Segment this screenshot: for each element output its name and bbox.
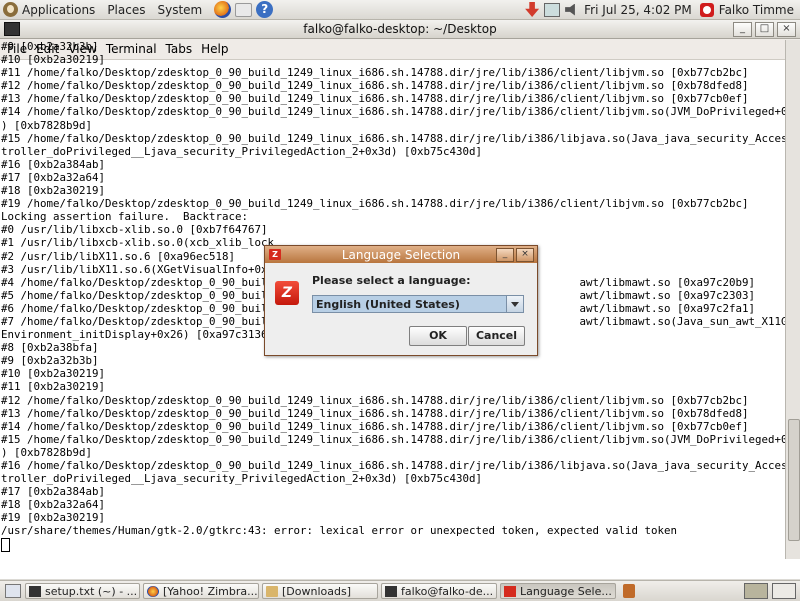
update-notifier-icon[interactable] xyxy=(525,2,540,17)
terminal-line: #0 /usr/lib/libxcb-xlib.so.0 [0xb7f64767… xyxy=(1,223,268,237)
terminal-scrollbar[interactable] xyxy=(785,40,800,559)
gnome-foot-icon xyxy=(3,2,18,17)
terminal-prompt-line xyxy=(1,537,787,552)
terminal-line: #18 [0xb2a32a64] xyxy=(1,498,106,512)
terminal-line: #16 [0xb2a384ab] xyxy=(1,157,106,171)
chevron-down-icon[interactable] xyxy=(506,296,523,312)
task-label: setup.txt (~) - ... xyxy=(45,584,138,598)
terminal-line: ) [0xb7828b9d] xyxy=(1,445,93,459)
task-terminal[interactable]: falko@falko-de... xyxy=(381,583,497,599)
firefox-launcher-icon[interactable] xyxy=(214,1,232,18)
trash-icon[interactable] xyxy=(623,584,635,598)
task-setup-txt[interactable]: setup.txt (~) - ... xyxy=(25,583,140,599)
task-label: [Yahoo! Zimbra... xyxy=(163,584,258,598)
terminal-icon xyxy=(4,22,20,36)
applications-menu[interactable]: Applications xyxy=(3,2,107,17)
zimbra-logo-icon: Z xyxy=(275,281,299,305)
terminal-line: #14 /home/falko/Desktop/zdesktop_0_90_bu… xyxy=(1,105,787,119)
terminal-line: #9 [0xb2a32b3b] xyxy=(1,354,99,368)
volume-icon[interactable] xyxy=(565,3,575,16)
places-menu[interactable]: Places xyxy=(107,3,145,17)
user-name[interactable]: Falko Timme xyxy=(719,3,794,17)
terminal-line: #14 /home/falko/Desktop/zdesktop_0_90_bu… xyxy=(1,419,749,433)
terminal-line: #10 [0xb2a30219] xyxy=(1,53,106,67)
terminal-line: #17 [0xb2a384ab] xyxy=(1,485,106,499)
top-panel: Applications Places System ? Fri Jul 25,… xyxy=(0,0,800,20)
zimbra-icon xyxy=(504,585,516,597)
terminal-line: #19 /home/falko/Desktop/zdesktop_0_90_bu… xyxy=(1,197,749,211)
mail-launcher-icon[interactable] xyxy=(235,2,253,17)
terminal-line: troller_doPrivileged__Ljava_security_Pri… xyxy=(1,144,483,158)
show-desktop-icon[interactable] xyxy=(5,584,21,598)
terminal-line: #12 /home/falko/Desktop/zdesktop_0_90_bu… xyxy=(1,79,749,93)
maximize-button[interactable]: □ xyxy=(755,21,774,37)
dialog-close-button[interactable]: × xyxy=(516,247,534,262)
minimize-button[interactable]: _ xyxy=(733,21,752,37)
workspace-2[interactable] xyxy=(772,583,796,599)
terminal-line: ) [0xb7828b9d] xyxy=(1,118,93,132)
applications-menu-label: Applications xyxy=(22,2,96,17)
terminal-line: #9 [0xb2a32b3b] xyxy=(1,40,99,53)
dialog-titlebar[interactable]: Z Language Selection _ × xyxy=(265,246,537,263)
text-editor-icon xyxy=(29,585,41,597)
system-menu[interactable]: System xyxy=(157,3,202,17)
terminal-line: #13 /home/falko/Desktop/zdesktop_0_90_bu… xyxy=(1,406,749,420)
cursor xyxy=(1,537,10,552)
ok-button[interactable]: OK xyxy=(409,326,467,346)
clock[interactable]: Fri Jul 25, 4:02 PM xyxy=(584,3,692,17)
terminal-line: #17 [0xb2a32a64] xyxy=(1,170,106,184)
dialog-prompt: Please select a language: xyxy=(312,274,471,287)
network-icon[interactable] xyxy=(544,2,561,17)
cancel-button[interactable]: Cancel xyxy=(468,326,525,346)
terminal-line: #15 /home/falko/Desktop/zdesktop_0_90_bu… xyxy=(1,131,787,145)
dialog-minimize-button[interactable]: _ xyxy=(496,247,514,262)
task-label: Language Sele... xyxy=(520,584,612,598)
panel-tray: Fri Jul 25, 4:02 PM Falko Timme xyxy=(525,2,800,17)
task-label: falko@falko-de... xyxy=(401,584,494,598)
terminal-title: falko@falko-desktop: ~/Desktop xyxy=(303,22,497,36)
help-launcher-icon[interactable]: ? xyxy=(256,1,274,18)
scrollbar-thumb[interactable] xyxy=(788,419,800,541)
close-button[interactable]: × xyxy=(777,21,796,37)
folder-icon xyxy=(266,585,278,597)
terminal-line: #19 [0xb2a30219] xyxy=(1,511,106,525)
terminal-line: #10 [0xb2a30219] xyxy=(1,367,106,381)
terminal-line: #13 /home/falko/Desktop/zdesktop_0_90_bu… xyxy=(1,92,749,106)
task-label: [Downloads] xyxy=(282,584,351,598)
terminal-line: #15 /home/falko/Desktop/zdesktop_0_90_bu… xyxy=(1,432,787,446)
workspace-1[interactable] xyxy=(744,583,768,599)
user-switch-icon[interactable] xyxy=(699,2,714,17)
language-select-value: English (United States) xyxy=(316,298,460,311)
bottom-panel: setup.txt (~) - ... [Yahoo! Zimbra... [D… xyxy=(0,580,800,601)
terminal-line: Locking assertion failure. Backtrace: xyxy=(1,210,249,224)
terminal-line: #12 /home/falko/Desktop/zdesktop_0_90_bu… xyxy=(1,393,749,407)
terminal-line: troller_doPrivileged__Ljava_security_Pri… xyxy=(1,472,483,486)
terminal-titlebar[interactable]: falko@falko-desktop: ~/Desktop _ □ × xyxy=(0,20,800,39)
terminal-line: /usr/share/themes/Human/gtk-2.0/gtkrc:43… xyxy=(1,524,678,538)
terminal-icon xyxy=(385,585,397,597)
language-selection-dialog: Z Language Selection _ × Z Please select… xyxy=(264,245,538,356)
terminal-line: #11 /home/falko/Desktop/zdesktop_0_90_bu… xyxy=(1,66,749,80)
task-yahoo-zimbra[interactable]: [Yahoo! Zimbra... xyxy=(143,583,259,599)
zimbra-icon: Z xyxy=(269,249,281,260)
terminal-line: #16 /home/falko/Desktop/zdesktop_0_90_bu… xyxy=(1,459,787,472)
terminal-line: #18 [0xb2a30219] xyxy=(1,184,106,198)
terminal-line: #11 [0xb2a30219] xyxy=(1,380,106,394)
task-downloads[interactable]: [Downloads] xyxy=(262,583,378,599)
task-language-selection[interactable]: Language Sele... xyxy=(500,583,616,599)
firefox-icon xyxy=(147,585,159,597)
language-select[interactable]: English (United States) xyxy=(312,295,524,313)
